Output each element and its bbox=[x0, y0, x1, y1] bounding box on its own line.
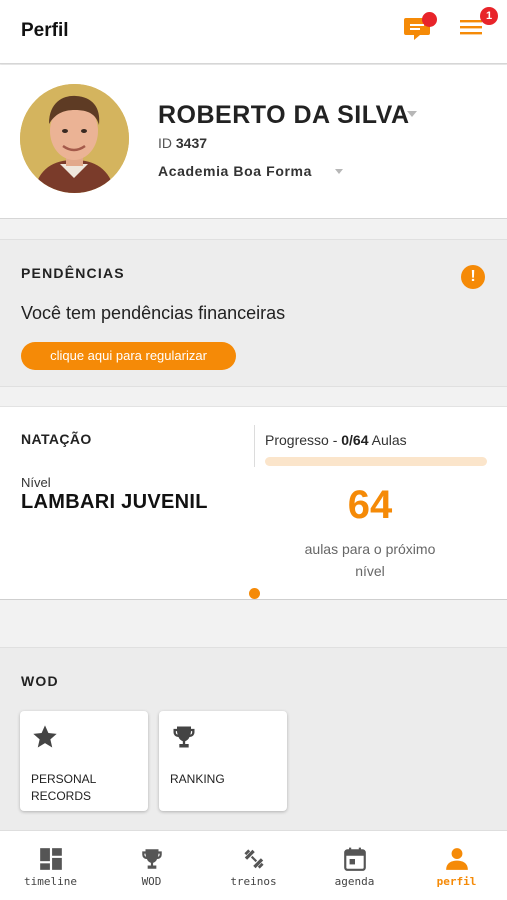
personal-records-card[interactable]: PERSONAL RECORDS bbox=[20, 711, 148, 811]
bottom-tab-bar: timeline WOD treinos agenda perfil bbox=[0, 830, 507, 900]
progress-suffix: Aulas bbox=[368, 432, 407, 448]
tab-label: WOD bbox=[141, 875, 162, 888]
pending-title: PENDÊNCIAS bbox=[21, 265, 125, 281]
progress-prefix: Progresso - bbox=[265, 432, 342, 448]
regularize-button[interactable]: clique aqui para regularizar bbox=[21, 342, 236, 370]
profile-card: ROBERTO DA SILVA ID 3437 Academia Boa Fo… bbox=[0, 65, 507, 219]
user-id-label: ID bbox=[158, 135, 172, 151]
trophy-icon bbox=[142, 849, 162, 869]
progress-label: Progresso - 0/64 Aulas bbox=[265, 432, 407, 448]
tab-label: agenda bbox=[334, 875, 375, 888]
course-title: NATAÇÃO bbox=[21, 431, 92, 447]
card-label: PERSONAL RECORDS bbox=[31, 772, 96, 803]
tab-perfil[interactable]: perfil bbox=[406, 831, 507, 900]
menu-button[interactable]: 1 bbox=[459, 7, 498, 44]
chevron-down-icon[interactable] bbox=[407, 111, 417, 117]
level-caption: Nível bbox=[21, 475, 51, 490]
calendar-icon bbox=[344, 847, 366, 871]
wod-title: WOD bbox=[21, 673, 59, 689]
avatar[interactable] bbox=[20, 84, 129, 193]
user-id-value: 3437 bbox=[175, 135, 208, 151]
chevron-down-icon[interactable] bbox=[335, 169, 343, 174]
top-app-bar: Perfil 1 bbox=[0, 0, 507, 64]
page-title: Perfil bbox=[21, 20, 69, 41]
notification-badge: 1 bbox=[480, 7, 498, 25]
tab-agenda[interactable]: agenda bbox=[304, 831, 405, 900]
user-id: ID 3437 bbox=[158, 135, 207, 151]
tab-label: treinos bbox=[230, 875, 277, 888]
tab-treinos[interactable]: treinos bbox=[203, 831, 304, 900]
dashboard-icon bbox=[40, 848, 62, 870]
star-icon bbox=[33, 725, 57, 748]
trophy-icon bbox=[173, 726, 195, 748]
course-progress-card[interactable]: NATAÇÃO Progresso - 0/64 Aulas Nível LAM… bbox=[0, 406, 507, 600]
chat-unread-dot bbox=[422, 12, 437, 27]
level-name: LAMBARI JUVENIL bbox=[21, 491, 208, 513]
page-indicator-dot[interactable] bbox=[249, 588, 260, 599]
card-label: RANKING bbox=[170, 772, 225, 786]
tab-timeline[interactable]: timeline bbox=[0, 831, 101, 900]
alert-icon: ! bbox=[461, 265, 485, 289]
gym-selector[interactable]: Academia Boa Forma bbox=[158, 163, 312, 179]
dumbbell-icon bbox=[244, 849, 264, 869]
user-name[interactable]: ROBERTO DA SILVA bbox=[158, 101, 410, 130]
pending-message: Você tem pendências financeiras bbox=[21, 303, 286, 323]
progress-bar bbox=[265, 457, 487, 466]
progress-value: 0/64 bbox=[341, 432, 369, 448]
chat-button[interactable] bbox=[404, 12, 440, 46]
avatar-photo bbox=[20, 84, 129, 193]
person-icon bbox=[446, 848, 468, 870]
remaining-classes-count: 64 bbox=[347, 483, 393, 527]
divider bbox=[254, 425, 255, 467]
tab-label: timeline bbox=[24, 875, 77, 888]
menu-icon bbox=[460, 20, 482, 35]
pending-section: PENDÊNCIAS ! Você tem pendências finance… bbox=[0, 239, 507, 387]
tab-label: perfil bbox=[436, 875, 477, 888]
remaining-classes-text: aulas para o próximo nível bbox=[304, 541, 436, 579]
ranking-card[interactable]: RANKING bbox=[159, 711, 287, 811]
tab-wod[interactable]: WOD bbox=[101, 831, 202, 900]
wod-section: WOD PERSONAL RECORDS RANKING bbox=[0, 647, 507, 830]
